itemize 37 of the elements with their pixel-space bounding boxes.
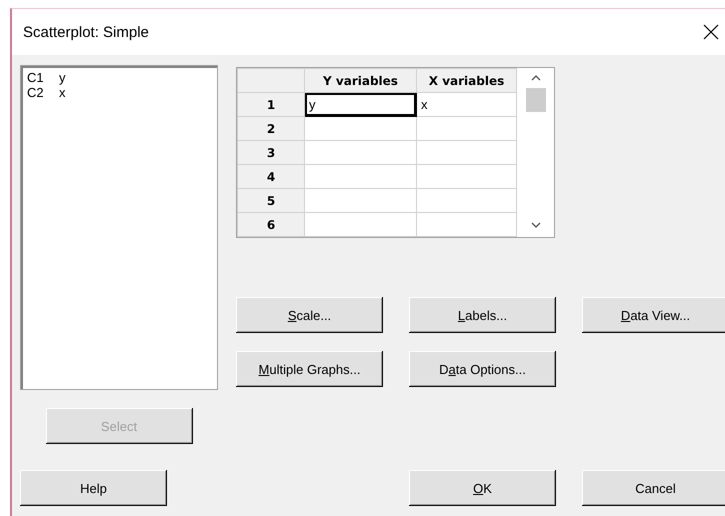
- table-cell[interactable]: [304, 140, 416, 164]
- dialog-button[interactable]: Labels...: [409, 297, 556, 333]
- dialog-button[interactable]: Help: [20, 470, 167, 506]
- dialog-button[interactable]: Data View...: [582, 297, 725, 333]
- scroll-thumb[interactable]: [526, 88, 546, 112]
- table-cell[interactable]: x: [416, 92, 516, 116]
- table-cell[interactable]: [416, 164, 516, 188]
- dialog-button[interactable]: Scale...: [236, 297, 383, 333]
- table-cell[interactable]: [304, 164, 416, 188]
- row-number: 5: [238, 188, 304, 212]
- row-number: 3: [238, 140, 304, 164]
- row-number: 6: [238, 212, 304, 236]
- close-icon[interactable]: [703, 24, 719, 40]
- corner-cell: [238, 68, 304, 92]
- table-cell[interactable]: [416, 188, 516, 212]
- table-cell[interactable]: [416, 116, 516, 140]
- table-cell[interactable]: [416, 140, 516, 164]
- row-number: 1: [238, 92, 304, 116]
- table-cell[interactable]: [304, 116, 416, 140]
- table-cell[interactable]: [304, 188, 416, 212]
- column-id[interactable]: C1: [27, 70, 59, 85]
- dialog-button[interactable]: Cancel: [582, 470, 725, 506]
- row-number: 4: [238, 164, 304, 188]
- dialog-button[interactable]: Multiple Graphs...: [236, 351, 383, 387]
- column-id[interactable]: C2: [27, 85, 59, 100]
- window-title: Scatterplot: Simple: [23, 24, 149, 40]
- column-header: Y variables: [304, 68, 416, 92]
- table-cell[interactable]: [416, 212, 516, 236]
- column-header: X variables: [416, 68, 516, 92]
- variable-name[interactable]: x: [59, 85, 66, 100]
- table-cell[interactable]: y: [304, 92, 416, 116]
- dialog-button[interactable]: OK: [409, 470, 556, 506]
- table-cell[interactable]: [304, 212, 416, 236]
- variables-list[interactable]: C1 y C2 x: [20, 65, 218, 390]
- row-number: 2: [238, 116, 304, 140]
- variable-name[interactable]: y: [59, 70, 66, 85]
- dialog-button[interactable]: Data Options...: [409, 351, 556, 387]
